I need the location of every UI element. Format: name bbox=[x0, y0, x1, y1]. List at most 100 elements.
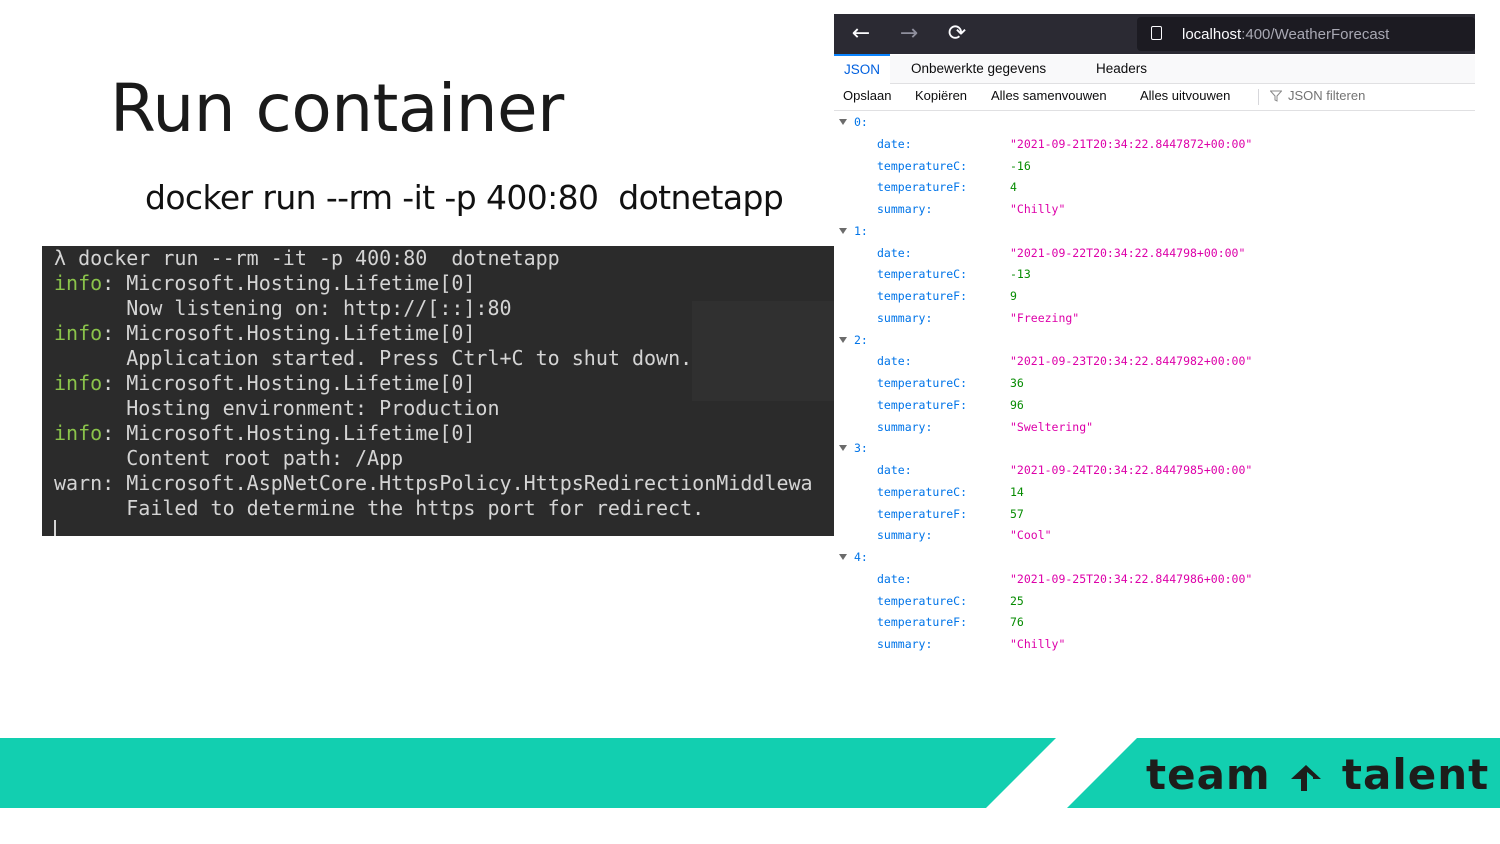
terminal-line-text: λ docker run --rm -it -p 400:80 dotnetap… bbox=[54, 246, 560, 270]
team-talent-logo: team talent bbox=[1146, 750, 1489, 799]
json-value: 9 bbox=[1010, 289, 1017, 303]
json-key: temperatureF: bbox=[877, 180, 968, 195]
json-key: temperatureC: bbox=[877, 267, 968, 282]
json-key: temperatureF: bbox=[877, 289, 968, 303]
reload-button[interactable]: ⟳ bbox=[943, 22, 971, 46]
url-path: :400/WeatherForecast bbox=[1241, 26, 1390, 43]
terminal-line-text: : Microsoft.Hosting.Lifetime[0] bbox=[102, 421, 476, 445]
json-value: 14 bbox=[1010, 484, 1024, 499]
save-button[interactable]: Opslaan bbox=[843, 88, 891, 103]
log-level-label: info bbox=[54, 271, 103, 295]
browser-toolbar: ← → ⟳ localhost:400/WeatherForecast bbox=[834, 14, 1475, 54]
tab-headers[interactable]: Headers bbox=[1086, 55, 1157, 83]
logo-word-talent: talent bbox=[1341, 750, 1490, 799]
terminal-cursor bbox=[54, 520, 56, 536]
terminal-line: Hosting environment: Production bbox=[54, 396, 500, 421]
page-icon bbox=[1151, 26, 1162, 40]
json-value: "2021-09-22T20:34:22.844798+00:00" bbox=[1010, 245, 1246, 260]
browser-window: ← → ⟳ localhost:400/WeatherForecast JSON… bbox=[834, 14, 1475, 654]
json-key: temperatureC: bbox=[877, 484, 968, 499]
json-key: temperatureC: bbox=[877, 158, 968, 173]
log-level-label: info bbox=[54, 321, 103, 345]
filter-icon bbox=[1270, 90, 1282, 102]
terminal-line-text: Now listening on: http://[::]:80 bbox=[54, 296, 512, 320]
log-level-label: warn bbox=[54, 471, 103, 495]
terminal-line: warn: Microsoft.AspNetCore.HttpsPolicy.H… bbox=[54, 471, 813, 496]
expand-toggle-icon[interactable] bbox=[839, 554, 847, 560]
terminal-line: Content root path: /App bbox=[54, 446, 403, 471]
terminal-line-text: Application started. Press Ctrl+C to shu… bbox=[54, 346, 693, 370]
terminal-line: info: Microsoft.Hosting.Lifetime[0] bbox=[54, 421, 475, 446]
expand-toggle-icon[interactable] bbox=[839, 336, 847, 343]
command-caption: docker run --rm -it -p 400:80 dotnetapp bbox=[145, 178, 784, 217]
back-button[interactable]: ← bbox=[847, 22, 875, 46]
terminal-line-text: Hosting environment: Production bbox=[54, 396, 500, 420]
copy-button[interactable]: Kopiëren bbox=[915, 88, 967, 103]
terminal-line: Now listening on: http://[::]:80 bbox=[54, 296, 512, 321]
terminal-line: Application started. Press Ctrl+C to shu… bbox=[54, 346, 692, 371]
terminal-background-artifact bbox=[692, 301, 834, 401]
json-key: date: bbox=[877, 571, 912, 586]
terminal-line-text: Failed to determine the https port for r… bbox=[54, 496, 705, 520]
log-level-label: info bbox=[54, 421, 103, 445]
expand-toggle-icon[interactable] bbox=[839, 445, 847, 452]
json-value: "2021-09-21T20:34:22.8447872+00:00" bbox=[1010, 136, 1253, 151]
json-filter-input[interactable]: JSON filteren bbox=[1288, 88, 1365, 103]
json-index: 2: bbox=[854, 332, 868, 347]
terminal-line-text: Content root path: /App bbox=[54, 446, 404, 470]
json-key: summary: bbox=[877, 202, 933, 216]
terminal-line-text: : Microsoft.Hosting.Lifetime[0] bbox=[102, 271, 476, 295]
terminal-line: Failed to determine the https port for r… bbox=[54, 496, 704, 521]
json-value: "Chilly" bbox=[1010, 202, 1066, 216]
json-index: 0: bbox=[854, 115, 868, 129]
json-value: 57 bbox=[1010, 506, 1024, 521]
terminal-line-text: : Microsoft.Hosting.Lifetime[0] bbox=[102, 371, 476, 395]
json-key: temperatureC: bbox=[877, 376, 968, 390]
json-value: "2021-09-24T20:34:22.8447985+00:00" bbox=[1010, 463, 1253, 477]
tab-raw-data[interactable]: Onbewerkte gegevens bbox=[901, 55, 1056, 83]
json-key: summary: bbox=[877, 310, 933, 325]
json-value: "Chilly" bbox=[1010, 637, 1066, 651]
json-value: "2021-09-23T20:34:22.8447982+00:00" bbox=[1010, 354, 1253, 369]
json-value: "2021-09-25T20:34:22.8447986+00:00" bbox=[1010, 571, 1253, 586]
json-key: temperatureF: bbox=[877, 615, 968, 630]
json-value: "Cool" bbox=[1010, 528, 1052, 543]
logo-arrow-icon bbox=[1291, 765, 1322, 791]
expand-toggle-icon[interactable] bbox=[839, 227, 847, 234]
expand-toggle-icon[interactable] bbox=[839, 119, 847, 125]
json-key: temperatureF: bbox=[877, 506, 968, 521]
json-value: -16 bbox=[1010, 158, 1031, 173]
json-key: temperatureF: bbox=[877, 397, 968, 412]
json-key: summary: bbox=[877, 528, 933, 543]
json-value: 96 bbox=[1010, 397, 1024, 412]
log-level-label: info bbox=[54, 371, 103, 395]
url-host: localhost bbox=[1182, 26, 1242, 43]
json-value: -13 bbox=[1010, 267, 1031, 282]
terminal-line-text: : Microsoft.Hosting.Lifetime[0] bbox=[102, 321, 476, 345]
forward-button[interactable]: → bbox=[895, 22, 923, 46]
address-bar[interactable]: localhost:400/WeatherForecast bbox=[1137, 17, 1475, 51]
terminal-line: λ docker run --rm -it -p 400:80 dotnetap… bbox=[54, 246, 560, 271]
tab-json[interactable]: JSON bbox=[834, 54, 891, 84]
json-key: temperatureC: bbox=[877, 593, 968, 608]
json-key: date: bbox=[877, 136, 912, 151]
toolbar-divider bbox=[1258, 89, 1259, 105]
json-key: date: bbox=[877, 354, 912, 369]
expand-all-button[interactable]: Alles uitvouwen bbox=[1140, 88, 1230, 103]
json-toolbar: Opslaan Kopiëren Alles samenvouwen Alles… bbox=[834, 84, 1475, 111]
json-value: 36 bbox=[1010, 376, 1024, 390]
json-value: 25 bbox=[1010, 593, 1024, 608]
json-index: 4: bbox=[854, 550, 868, 564]
json-key: summary: bbox=[877, 419, 933, 434]
terminal-line: info: Microsoft.Hosting.Lifetime[0] bbox=[54, 371, 475, 396]
terminal-line: info: Microsoft.Hosting.Lifetime[0] bbox=[54, 321, 475, 346]
terminal-window: λ docker run --rm -it -p 400:80 dotnetap… bbox=[42, 246, 834, 536]
viewer-tabs: JSON Onbewerkte gegevens Headers bbox=[834, 54, 1475, 84]
json-index: 1: bbox=[854, 223, 868, 238]
collapse-all-button[interactable]: Alles samenvouwen bbox=[991, 88, 1107, 103]
json-value: 4 bbox=[1010, 180, 1017, 195]
footer-band-left bbox=[0, 738, 1056, 808]
url-text: localhost:400/WeatherForecast bbox=[1182, 26, 1389, 43]
json-value: 76 bbox=[1010, 615, 1024, 630]
json-index: 3: bbox=[854, 441, 868, 456]
